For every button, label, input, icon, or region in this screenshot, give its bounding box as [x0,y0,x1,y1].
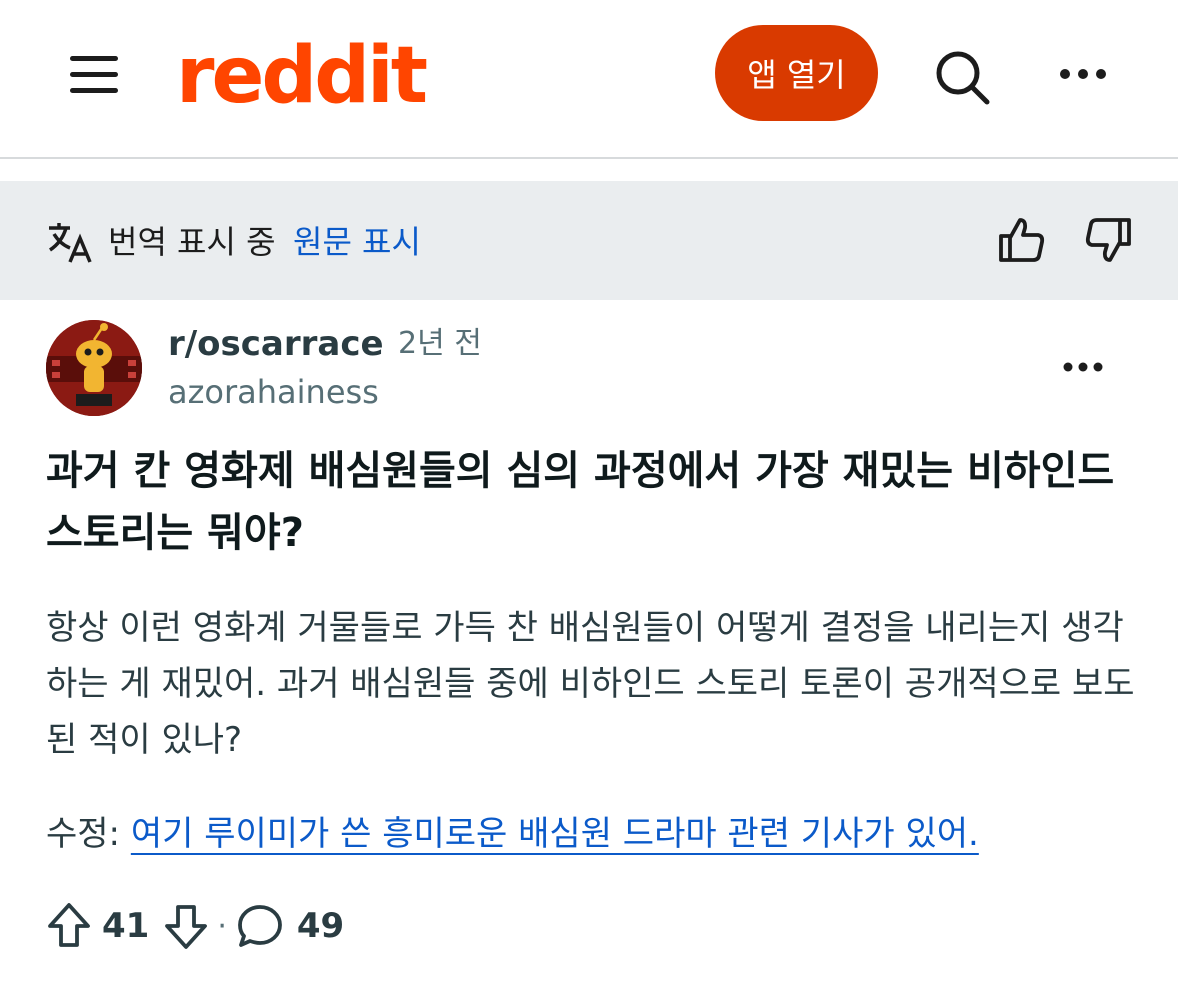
subreddit-name[interactable]: r/oscarrace [168,322,384,366]
thumbs-down-icon[interactable] [1082,214,1134,266]
post-body: 항상 이런 영화계 거물들로 가득 찬 배심원들이 어떻게 결정을 내리는지 생… [46,608,1135,760]
open-app-button[interactable]: 앱 열기 [715,25,878,121]
post-edit-note: 수정: 여기 루이미가 쓴 흥미로운 배심원 드라마 관련 기사가 있어. [46,808,979,860]
separator-dot: · [217,908,227,944]
post-more-icon[interactable] [1056,352,1110,382]
upvote-count: 41 [102,906,150,946]
translation-status: 번역 표시 중 [108,223,276,261]
comment-icon[interactable] [235,901,285,951]
post-author[interactable]: azorahainess [168,370,379,414]
reddit-logo[interactable]: reddit [176,28,428,124]
post-actions: 41 · 49 [46,896,344,956]
menu-icon[interactable] [70,52,122,98]
upvote-icon[interactable] [46,901,92,951]
subreddit-avatar[interactable] [46,320,142,416]
more-options-icon[interactable] [1056,56,1110,92]
post-title: 과거 칸 영화제 배심원들의 심의 과정에서 가장 재밌는 비하인드 스토리는 … [46,448,1115,556]
edit-article-link[interactable]: 여기 루이미가 쓴 흥미로운 배심원 드라마 관련 기사가 있어. [131,814,979,854]
show-original-link[interactable]: 원문 표시 [293,220,421,264]
header-divider [0,157,1178,159]
search-icon[interactable] [932,47,992,107]
comment-count: 49 [296,906,345,946]
downvote-icon[interactable] [163,901,209,951]
thumbs-up-icon[interactable] [996,214,1048,266]
edit-prefix: 수정: [46,814,131,854]
post-time: 2년 전 [398,326,482,361]
translate-icon [46,220,94,264]
